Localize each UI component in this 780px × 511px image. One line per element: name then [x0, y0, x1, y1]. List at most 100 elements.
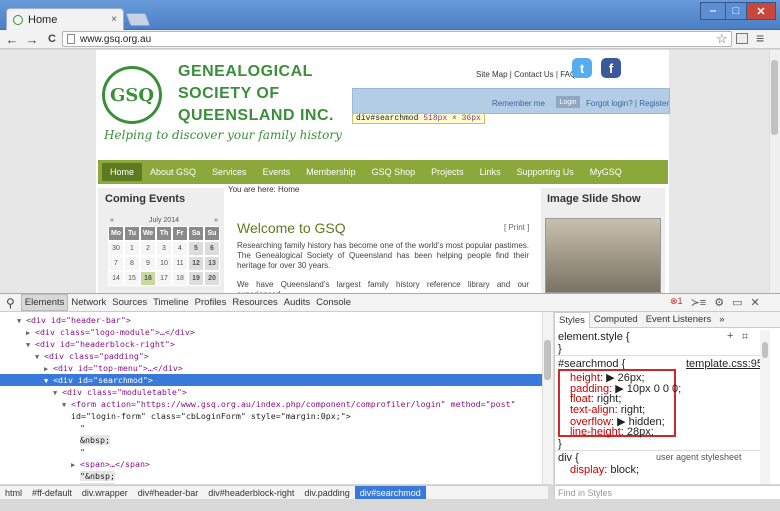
extension-icon[interactable] — [736, 33, 748, 44]
calendar-day[interactable]: 6 — [204, 241, 220, 256]
dom-node-line[interactable]: "&nbsp; — [0, 470, 542, 482]
menu-item-mygsq[interactable]: MyGSQ — [582, 167, 630, 177]
dom-node-line[interactable]: ▼ <div class="moduletable"> — [0, 386, 542, 398]
error-count[interactable]: ⊗1 — [670, 296, 683, 309]
find-in-styles-input[interactable]: Find in Styles — [554, 485, 780, 499]
menu-item-services[interactable]: Services — [204, 167, 255, 177]
facebook-icon[interactable]: f — [601, 58, 621, 78]
calendar-next-icon[interactable]: » — [214, 217, 218, 224]
maximize-button[interactable]: □ — [725, 2, 747, 20]
print-link[interactable]: [ Print ] — [504, 223, 529, 232]
menu-icon[interactable]: ≡ — [756, 30, 764, 46]
dom-node-line[interactable]: ▼ <div class="padding"> — [0, 350, 542, 362]
calendar-day[interactable]: 13 — [204, 256, 220, 271]
dom-node-line[interactable]: ▶ <div class="logo-module">…</div> — [0, 326, 542, 338]
remember-me-label[interactable]: Remember me — [492, 99, 545, 108]
tab-console[interactable]: Console — [313, 294, 354, 311]
calendar-day[interactable]: 1 — [124, 241, 140, 256]
menu-item-supporting[interactable]: Supporting Us — [509, 167, 582, 177]
search-icon[interactable]: ⚲ — [0, 294, 21, 311]
calendar-day[interactable]: 5 — [188, 241, 204, 256]
bookmark-star-icon[interactable]: ☆ — [716, 31, 728, 47]
calendar-day[interactable]: 17 — [156, 271, 172, 286]
css-declaration[interactable]: line-height: 28px; — [570, 426, 654, 438]
calendar-day[interactable]: 16 — [140, 271, 156, 286]
dom-node-line[interactable]: " — [0, 422, 542, 434]
page-scrollbar-thumb[interactable] — [771, 60, 778, 135]
tab-close-icon[interactable]: × — [111, 14, 117, 25]
crumb-searchmod[interactable]: div#searchmod — [354, 485, 426, 500]
calendar-day[interactable]: 3 — [156, 241, 172, 256]
calendar-day[interactable]: 8 — [124, 256, 140, 271]
login-button[interactable]: Login — [556, 96, 580, 108]
calendar-day[interactable]: 11 — [172, 256, 188, 271]
address-bar[interactable]: www.gsq.org.au — [62, 31, 732, 47]
calendar-day[interactable]: 2 — [140, 241, 156, 256]
close-window-button[interactable]: ✕ — [746, 2, 776, 20]
reload-icon[interactable]: C — [44, 33, 60, 45]
slide-show-image[interactable] — [545, 218, 661, 293]
crumb-header-bar[interactable]: div#header-bar — [133, 486, 204, 500]
menu-item-links[interactable]: Links — [472, 167, 509, 177]
calendar-day[interactable]: 19 — [188, 271, 204, 286]
tab-audits[interactable]: Audits — [281, 294, 313, 311]
dom-node-line[interactable]: id="login-form" class="cbLoginForm" styl… — [0, 410, 542, 422]
calendar-day[interactable]: 18 — [172, 271, 188, 286]
tab-profiles[interactable]: Profiles — [192, 294, 230, 311]
dom-node-line[interactable]: ▼ <form action="https://www.gsq.org.au/in… — [0, 398, 542, 410]
calendar-day[interactable]: 4 — [172, 241, 188, 256]
menu-item-events[interactable]: Events — [255, 167, 299, 177]
dom-node-line[interactable]: ▼ <div id="headerblock-right"> — [0, 338, 542, 350]
calendar-day[interactable]: 7 — [108, 256, 124, 271]
minimize-button[interactable]: ‒ — [700, 2, 726, 20]
tab-event-listeners[interactable]: Event Listeners — [642, 312, 715, 328]
calendar-day[interactable]: 10 — [156, 256, 172, 271]
crumb-wrapper[interactable]: div.wrapper — [77, 486, 133, 500]
tab-computed[interactable]: Computed — [590, 312, 642, 328]
elements-scrollbar[interactable] — [542, 312, 553, 484]
element-style-rule[interactable]: element.style { — [558, 331, 630, 343]
twitter-icon[interactable]: t — [572, 58, 592, 78]
calendar-day[interactable]: 12 — [188, 256, 204, 271]
forward-icon[interactable]: → — [24, 32, 40, 47]
dom-node-line[interactable]: " — [0, 446, 542, 458]
dom-node-line[interactable]: ▼ <div id="header-bar"> — [0, 314, 542, 326]
crumb-padding[interactable]: div.padding — [299, 486, 354, 500]
tab-elements[interactable]: Elements — [20, 294, 69, 311]
tab-styles[interactable]: Styles — [554, 311, 590, 328]
back-icon[interactable]: ← — [4, 32, 20, 47]
console-drawer-icon[interactable]: ≻≡ — [691, 296, 707, 309]
gsq-logo[interactable]: GSQ — [102, 66, 162, 124]
crumb-html[interactable]: html — [0, 486, 27, 500]
calendar-prev-icon[interactable]: « — [110, 217, 114, 224]
tab-timeline[interactable]: Timeline — [150, 294, 192, 311]
calendar-day[interactable]: 20 — [204, 271, 220, 286]
dom-node-line[interactable]: ▶ <div id="top-menu">…</div> — [0, 362, 542, 374]
rule-source-link[interactable]: template.css:95 — [686, 358, 763, 370]
crumb-ff-default[interactable]: #ff-default — [27, 486, 77, 500]
tab-more[interactable]: » — [715, 312, 728, 328]
elements-scrollbar-thumb[interactable] — [544, 340, 551, 380]
menu-item-home[interactable]: Home — [102, 163, 143, 181]
menu-item-shop[interactable]: GSQ Shop — [364, 167, 424, 177]
calendar-day[interactable]: 30 — [108, 241, 124, 256]
calendar-day[interactable]: 9 — [140, 256, 156, 271]
dom-node-line[interactable]: &nbsp;" — [0, 482, 542, 484]
settings-gear-icon[interactable]: ⚙ — [714, 296, 724, 309]
calendar-day[interactable]: 15 — [124, 271, 140, 286]
new-tab-button[interactable] — [125, 13, 151, 26]
dom-node-line[interactable]: &nbsp; — [0, 434, 542, 446]
dom-node-line[interactable]: ▼ <div id="searchmod"> — [0, 374, 542, 386]
menu-item-projects[interactable]: Projects — [423, 167, 472, 177]
crumb-headerblock-right[interactable]: div#headerblock-right — [203, 486, 299, 500]
menu-item-about[interactable]: About GSQ — [142, 167, 204, 177]
ua-declaration[interactable]: display: block; — [570, 464, 639, 476]
menu-item-membership[interactable]: Membership — [298, 167, 364, 177]
tab-network[interactable]: Network — [68, 294, 109, 311]
tab-home[interactable]: Home × — [6, 8, 124, 30]
close-devtools-icon[interactable]: ✕ — [750, 296, 759, 309]
tab-resources[interactable]: Resources — [229, 294, 280, 311]
forgot-login-links[interactable]: Forgot login? | Register — [586, 99, 669, 108]
tab-sources[interactable]: Sources — [109, 294, 150, 311]
top-links[interactable]: Site Map | Contact Us | FAQ — [476, 70, 576, 79]
